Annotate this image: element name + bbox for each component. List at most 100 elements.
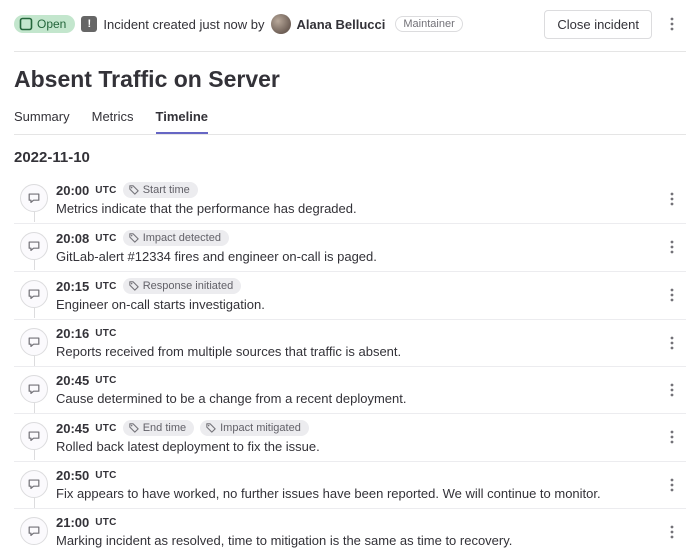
incident-header: Open ! Incident created just now by Alan… [14, 8, 686, 52]
timeline-body: 20:08UTCImpact detectedGitLab-alert #123… [54, 230, 658, 264]
incident-header-left: Open ! Incident created just now by Alan… [14, 14, 463, 34]
event-text: GitLab-alert #12334 fires and engineer o… [56, 249, 658, 264]
event-time: 20:15 [56, 279, 89, 294]
incident-meta-prefix: Incident created just now by [103, 17, 264, 32]
incident-title: Absent Traffic on Server [14, 66, 686, 93]
event-more-menu[interactable] [658, 328, 686, 358]
event-tz: UTC [95, 423, 116, 434]
timeline-connector [34, 450, 35, 460]
timeline-icon-col [14, 182, 54, 212]
timeline-body: 20:45UTC Cause determined to be a change … [54, 373, 658, 406]
tab-summary[interactable]: Summary [14, 103, 70, 134]
timeline-connector [34, 260, 35, 270]
event-more-menu[interactable] [658, 280, 686, 310]
event-tz: UTC [95, 517, 116, 528]
avatar [271, 14, 291, 34]
timeline-head: 20:16 UTC [56, 326, 658, 341]
timeline-connector [34, 308, 35, 318]
tabs: Summary Metrics Timeline [14, 103, 686, 135]
timeline-connector [34, 356, 35, 366]
timeline-body: 20:15 UTC Response initiated Engineer on-ca… [54, 278, 658, 312]
timeline-icon-col [14, 373, 54, 403]
timeline-body: 20:16 UTC Reports received from multiple s… [54, 326, 658, 359]
event-time: 20:00 [56, 183, 89, 198]
status-label: Open [37, 17, 66, 31]
event-tag: End time [123, 420, 194, 436]
timeline-body: 21:00UTCMarking incident as resolved, ti… [54, 515, 658, 548]
timeline-icon-col [14, 326, 54, 356]
event-time: 20:16 [56, 326, 89, 341]
event-text: Fix appears to have worked, no further i… [56, 486, 658, 501]
event-tz: UTC [95, 328, 116, 339]
timeline-head: 20:45 UTC End time Impact mitigated [56, 420, 658, 436]
tag-icon [129, 233, 139, 243]
timeline-item: 20:08UTCImpact detectedGitLab-alert #123… [14, 224, 686, 272]
timeline-icon-col [14, 278, 54, 308]
event-text: Marking incident as resolved, time to mi… [56, 533, 658, 548]
event-tag: Response initiated [123, 278, 242, 294]
timeline-item: 20:00UTCStart timeMetrics indicate that … [14, 176, 686, 224]
author-name[interactable]: Alana Bellucci [297, 17, 386, 32]
timeline-head: 20:45UTC [56, 373, 658, 388]
event-more-menu[interactable] [658, 184, 686, 214]
comment-icon [20, 280, 48, 308]
event-text: Rolled back latest deployment to fix the… [56, 439, 658, 454]
event-text: Reports received from multiple sources t… [56, 344, 658, 359]
event-more-menu[interactable] [658, 232, 686, 262]
timeline-actions [658, 468, 686, 500]
close-incident-button[interactable]: Close incident [544, 10, 652, 39]
comment-icon [20, 184, 48, 212]
comment-icon [20, 232, 48, 260]
comment-icon [20, 470, 48, 498]
event-tag: Impact detected [123, 230, 229, 246]
issue-open-icon [19, 17, 33, 31]
timeline-head: 20:15 UTC Response initiated [56, 278, 658, 294]
timeline-actions [658, 230, 686, 262]
timeline-body: 20:45 UTC End time Impact mitigated Rolled b… [54, 420, 658, 454]
event-more-menu[interactable] [658, 470, 686, 500]
comment-icon [20, 422, 48, 450]
tag-icon [129, 423, 139, 433]
timeline-actions [658, 515, 686, 547]
comment-icon [20, 517, 48, 545]
timeline-actions [658, 182, 686, 214]
timeline-item: 20:45 UTC End time Impact mitigated Rolled b… [14, 414, 686, 462]
event-tz: UTC [95, 281, 116, 292]
comment-icon [20, 375, 48, 403]
timeline-connector [34, 212, 35, 222]
event-tz: UTC [95, 233, 116, 244]
event-more-menu[interactable] [658, 422, 686, 452]
event-time: 20:45 [56, 421, 89, 436]
timeline-icon-col [14, 230, 54, 260]
event-tz: UTC [95, 470, 116, 481]
timeline-icon-col [14, 468, 54, 498]
timeline-actions [658, 420, 686, 452]
tag-icon [206, 423, 216, 433]
event-text: Metrics indicate that the performance ha… [56, 201, 658, 216]
timeline-connector [34, 498, 35, 508]
timeline-item: 20:15 UTC Response initiated Engineer on-ca… [14, 272, 686, 320]
header-more-menu[interactable] [658, 9, 686, 39]
timeline-head: 20:08UTCImpact detected [56, 230, 658, 246]
timeline-body: 20:00UTCStart timeMetrics indicate that … [54, 182, 658, 216]
event-tag-label: Impact detected [143, 232, 221, 244]
timeline-list: 20:00UTCStart timeMetrics indicate that … [14, 176, 686, 555]
incident-header-right: Close incident [544, 9, 686, 39]
event-tz: UTC [95, 185, 116, 196]
event-text: Cause determined to be a change from a r… [56, 391, 658, 406]
event-text: Engineer on-call starts investigation. [56, 297, 658, 312]
event-tag-label: Impact mitigated [220, 422, 301, 434]
event-tag: Impact mitigated [200, 420, 309, 436]
timeline-actions [658, 373, 686, 405]
tab-metrics[interactable]: Metrics [92, 103, 134, 134]
timeline-item: 20:50UTCFix appears to have worked, no f… [14, 462, 686, 509]
timeline-icon-col [14, 420, 54, 450]
tab-timeline[interactable]: Timeline [156, 103, 209, 134]
event-tag-label: End time [143, 422, 186, 434]
event-time: 20:45 [56, 373, 89, 388]
timeline-head: 20:00UTCStart time [56, 182, 658, 198]
severity-icon: ! [81, 16, 97, 32]
event-more-menu[interactable] [658, 517, 686, 547]
tag-icon [129, 281, 139, 291]
event-more-menu[interactable] [658, 375, 686, 405]
